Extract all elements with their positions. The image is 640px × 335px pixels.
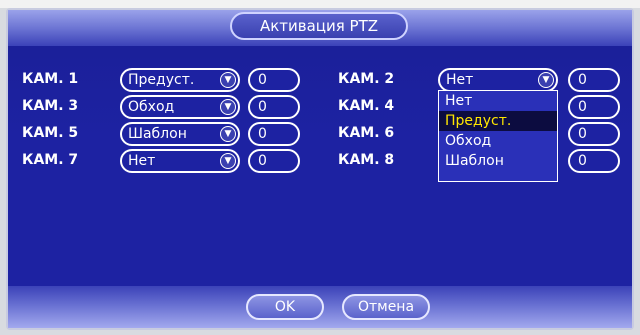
- cam2-mode-select[interactable]: Нет ▼: [438, 68, 558, 92]
- row-label-cam5: КАМ. 5: [22, 125, 79, 141]
- cam8-number-field[interactable]: 0: [568, 149, 620, 173]
- ptz-activation-dialog: Активация PTZ КАМ. 1 Предуст. ▼ 0 КАМ. 3…: [6, 8, 634, 330]
- chevron-down-icon[interactable]: ▼: [220, 72, 236, 88]
- chevron-down-icon[interactable]: ▼: [220, 99, 236, 115]
- cam5-mode-select[interactable]: Шаблон ▼: [120, 122, 240, 146]
- row-label-cam4: КАМ. 4: [338, 98, 395, 114]
- chevron-down-icon[interactable]: ▼: [220, 126, 236, 142]
- row-label-cam6: КАМ. 6: [338, 125, 395, 141]
- cam2-mode-value: Нет: [446, 72, 474, 88]
- row-label-cam1: КАМ. 1: [22, 71, 79, 87]
- cam7-mode-select[interactable]: Нет ▼: [120, 149, 240, 173]
- cam2-mode-dropdown: Нет Предуст. Обход Шаблон: [438, 90, 558, 182]
- row-label-cam3: КАМ. 3: [22, 98, 79, 114]
- title-bar: Активация PTZ: [8, 10, 632, 46]
- cam3-mode-value: Обход: [128, 99, 175, 115]
- window-top-strip: [0, 0, 640, 8]
- cam6-number-field[interactable]: 0: [568, 122, 620, 146]
- cam7-mode-value: Нет: [128, 153, 156, 169]
- cam7-number-field[interactable]: 0: [248, 149, 300, 173]
- ok-button[interactable]: OK: [246, 294, 324, 320]
- cam5-mode-value: Шаблон: [128, 126, 187, 142]
- cam1-mode-value: Предуст.: [128, 72, 195, 88]
- cam2-number-field[interactable]: 0: [568, 68, 620, 92]
- dropdown-option-none[interactable]: Нет: [439, 91, 557, 111]
- row-label-cam8: КАМ. 8: [338, 152, 395, 168]
- cam3-number-field[interactable]: 0: [248, 95, 300, 119]
- cam1-number-field[interactable]: 0: [248, 68, 300, 92]
- dropdown-option-pattern[interactable]: Шаблон: [439, 151, 557, 171]
- chevron-down-icon[interactable]: ▼: [220, 153, 236, 169]
- button-bar: OK Отмена: [8, 286, 632, 328]
- cam5-number-field[interactable]: 0: [248, 122, 300, 146]
- cam3-mode-select[interactable]: Обход ▼: [120, 95, 240, 119]
- chevron-down-icon[interactable]: ▼: [538, 72, 554, 88]
- row-label-cam7: КАМ. 7: [22, 152, 79, 168]
- dropdown-option-tour[interactable]: Обход: [439, 131, 557, 151]
- row-label-cam2: КАМ. 2: [338, 71, 395, 87]
- dialog-title: Активация PTZ: [230, 12, 408, 40]
- cam1-mode-select[interactable]: Предуст. ▼: [120, 68, 240, 92]
- cancel-button[interactable]: Отмена: [342, 294, 430, 320]
- dropdown-option-preset[interactable]: Предуст.: [439, 111, 557, 131]
- cam4-number-field[interactable]: 0: [568, 95, 620, 119]
